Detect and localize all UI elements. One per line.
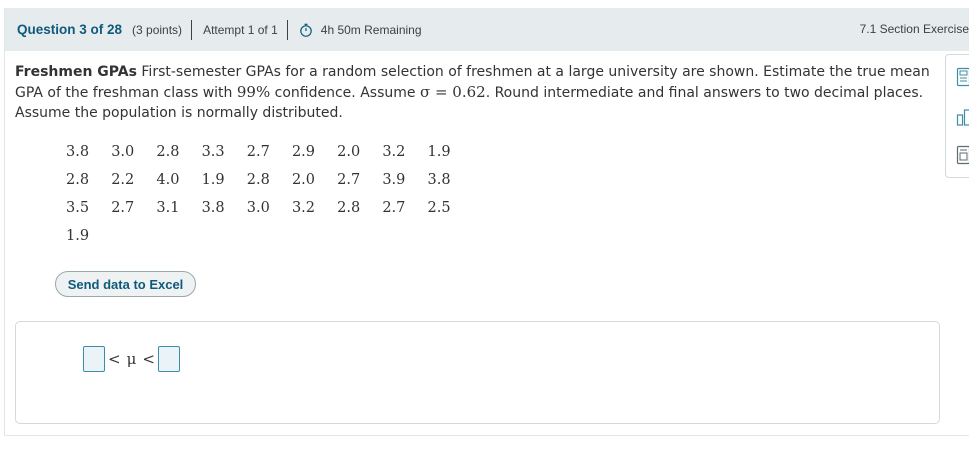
confidence-interval-row: < μ <	[83, 346, 180, 372]
gpa-data-table: 3.8 3.0 2.8 3.3 2.7 2.9 2.0 3.2 1.9 2.8 …	[65, 138, 472, 250]
data-cell: 2.7	[111, 200, 135, 216]
data-cell: 3.8	[427, 172, 451, 188]
less-than-symbol: <	[108, 350, 121, 368]
confidence-level: 99%	[236, 83, 271, 101]
data-cell: 1.9	[201, 172, 225, 188]
header-divider	[286, 19, 288, 40]
less-than-symbol: <	[142, 350, 155, 368]
answer-area: < μ <	[15, 321, 940, 424]
data-cell: 2.8	[156, 144, 180, 160]
send-to-excel-button[interactable]: Send data to Excel	[55, 271, 196, 297]
sigma-expression: σ = 0.62	[419, 83, 486, 101]
data-row: 2.8 2.2 4.0 1.9 2.8 2.0 2.7 3.9 3.8	[65, 166, 472, 194]
split-view-icon[interactable]	[956, 108, 969, 130]
data-cell: 2.0	[291, 172, 315, 188]
data-cell: 2.9	[291, 144, 315, 160]
time-remaining: 4h 50m Remaining	[320, 22, 422, 37]
data-cell: 1.9	[66, 228, 90, 244]
side-tools-panel	[945, 54, 969, 178]
data-cell: 1.9	[427, 144, 451, 160]
data-cell: 2.7	[246, 144, 270, 160]
data-cell: 2.8	[337, 200, 361, 216]
question-number: Question 3 of 28	[17, 22, 123, 37]
data-cell: 4.0	[156, 172, 180, 188]
calculator-icon[interactable]	[956, 67, 969, 89]
data-row: 3.5 2.7 3.1 3.8 3.0 3.2 2.8 2.7 2.5	[65, 194, 472, 222]
problem-title: Freshmen GPAs	[15, 64, 137, 80]
data-cell: 2.8	[66, 172, 90, 188]
data-cell: 3.3	[201, 144, 225, 160]
question-frame: Question 3 of 28 (3 points) Attempt 1 of…	[4, 8, 969, 436]
data-cell: 2.7	[337, 172, 361, 188]
attempt-label: Attempt 1 of 1	[203, 22, 278, 37]
section-label: 7.1 Section Exercise	[859, 22, 969, 36]
problem-text-2: confidence. Assume	[270, 85, 420, 101]
data-cell: 3.5	[66, 200, 90, 216]
mu-symbol: μ	[126, 350, 137, 368]
data-cell: 3.0	[111, 144, 135, 160]
upper-bound-input[interactable]	[157, 346, 180, 372]
data-cell: 3.9	[382, 172, 406, 188]
data-cell: 2.2	[111, 172, 135, 188]
data-cell: 3.8	[66, 144, 90, 160]
data-row: 3.8 3.0 2.8 3.3 2.7 2.9 2.0 3.2 1.9	[65, 138, 472, 166]
data-cell: 2.7	[382, 200, 406, 216]
points-label: (3 points)	[132, 22, 183, 37]
reference-icon[interactable]	[956, 145, 969, 167]
question-header: Question 3 of 28 (3 points) Attempt 1 of…	[5, 8, 969, 51]
stopwatch-icon	[299, 23, 313, 37]
header-divider	[191, 19, 193, 40]
data-cell: 3.8	[201, 200, 225, 216]
data-cell: 3.2	[382, 144, 406, 160]
data-cell: 2.8	[246, 172, 270, 188]
data-cell: 2.5	[427, 200, 451, 216]
data-row: 1.9	[65, 222, 472, 250]
data-cell: 2.0	[337, 144, 361, 160]
data-cell: 3.2	[291, 200, 315, 216]
lower-bound-input[interactable]	[83, 346, 105, 372]
data-cell: 3.1	[156, 200, 180, 216]
problem-statement: Freshmen GPAs First-semester GPAs for a …	[15, 62, 940, 123]
data-cell: 3.0	[246, 200, 270, 216]
